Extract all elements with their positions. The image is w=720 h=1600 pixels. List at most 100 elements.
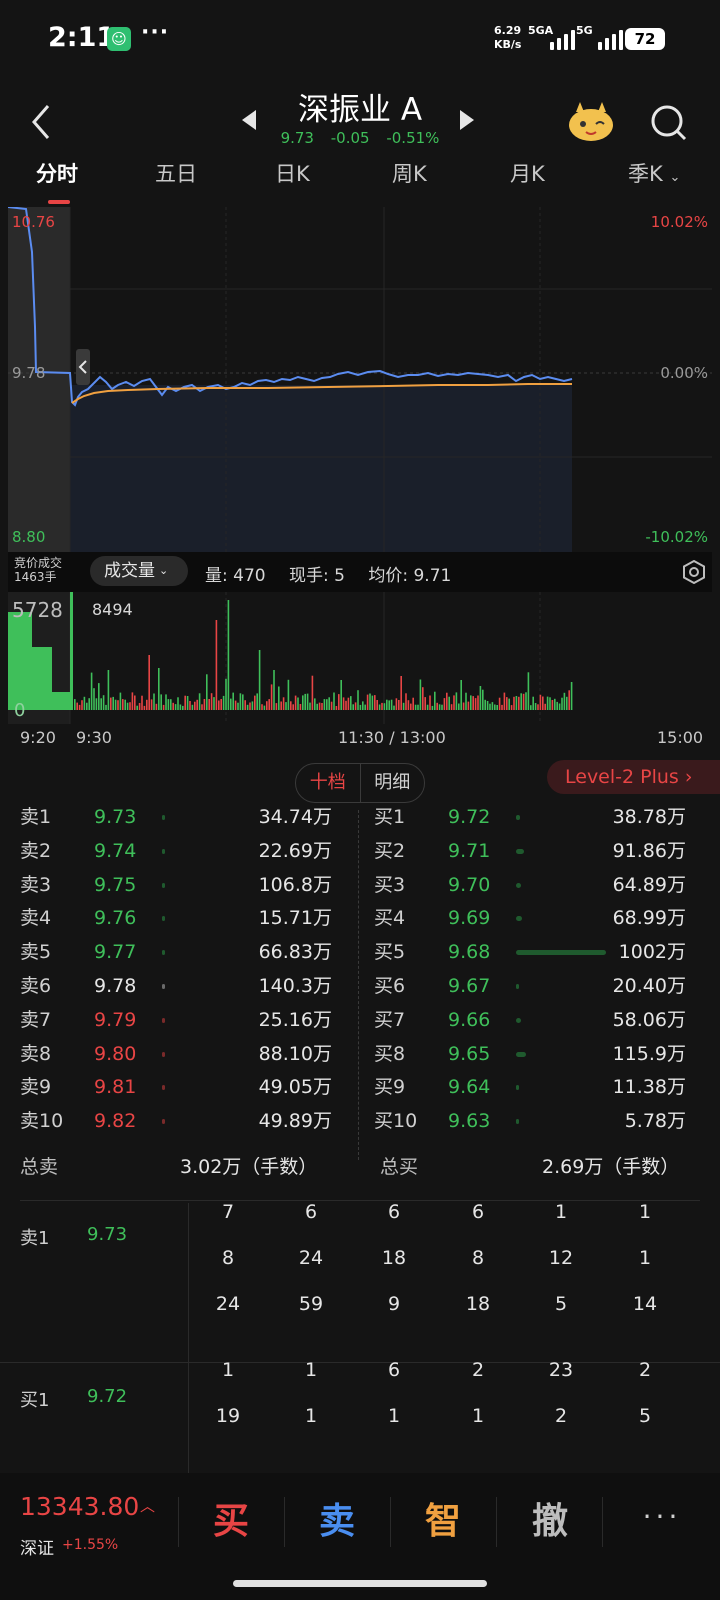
volume-bar — [474, 698, 477, 710]
tab-trade-details[interactable]: 明细 — [361, 764, 425, 802]
volume-bar — [429, 695, 431, 710]
volume-bar — [340, 680, 342, 710]
sell-level-row[interactable]: 卖8 9.80 88.10万 — [20, 1037, 332, 1071]
tab-monthly-k[interactable]: 月K — [510, 158, 545, 188]
queue-order-size: 24 — [298, 1247, 324, 1269]
sell-level-row[interactable]: 卖6 9.78 140.3万 — [20, 969, 332, 1003]
volume-bar — [494, 704, 496, 710]
indicator-settings-button[interactable] — [682, 559, 706, 585]
volume-bar — [196, 699, 198, 710]
signal-strength-icon — [550, 26, 575, 50]
volume-bar — [549, 697, 551, 710]
volume-bar — [136, 705, 138, 710]
chart-period-tabs: 分时 五日 日K 周K 月K 季K ⌄ — [0, 158, 720, 204]
buy-level-row[interactable]: 买3 9.70 64.89万 — [374, 868, 686, 902]
level-label: 买7 — [374, 1008, 406, 1031]
volume-bar — [484, 699, 486, 710]
volume-bar — [314, 698, 316, 710]
volume-bar — [534, 703, 537, 710]
level-price: 9.66 — [448, 1008, 491, 1031]
queue-sell-label: 卖1 — [20, 1228, 50, 1249]
volume-bar — [542, 696, 544, 710]
tab-five-day[interactable]: 五日 — [155, 158, 197, 188]
level-label: 卖7 — [20, 1008, 52, 1031]
chevron-up-icon[interactable]: ︿ — [140, 1495, 155, 1516]
level-volume-bar — [162, 848, 165, 854]
volume-bar — [215, 620, 218, 710]
sell-level-row[interactable]: 卖3 9.75 106.8万 — [20, 868, 332, 902]
level-label: 卖4 — [20, 907, 52, 930]
time-label-close: 15:00 — [657, 728, 704, 747]
buy-level-row[interactable]: 买9 9.64 11.38万 — [374, 1070, 686, 1104]
time-label-920: 9:20 — [20, 728, 56, 747]
smart-trade-button[interactable]: 智 — [403, 1492, 483, 1544]
queue-order-size: 2 — [554, 1405, 568, 1427]
mascot-button[interactable] — [566, 100, 616, 142]
buy-level-row[interactable]: 买6 9.67 20.40万 — [374, 969, 686, 1003]
more-options-button[interactable]: ··· — [622, 1500, 702, 1533]
level-volume-bar — [516, 916, 523, 922]
sell-level-row[interactable]: 卖1 9.73 34.74万 — [20, 800, 332, 834]
volume-max-right-label: 8494 — [92, 600, 133, 619]
sell-level-row[interactable]: 卖7 9.79 25.16万 — [20, 1003, 332, 1037]
back-button[interactable] — [24, 100, 60, 144]
volume-bar — [246, 704, 249, 710]
volume-bar — [530, 705, 532, 710]
sell-button[interactable]: 卖 — [297, 1492, 377, 1544]
tab-intraday[interactable]: 分时 — [36, 158, 78, 188]
volume-bar — [76, 702, 78, 710]
buy-level-row[interactable]: 买7 9.66 58.06万 — [374, 1003, 686, 1037]
collapse-auction-handle[interactable] — [76, 349, 90, 385]
search-button[interactable] — [650, 104, 688, 142]
volume-bar — [138, 703, 141, 710]
volume-bar — [508, 698, 510, 710]
volume-bar — [479, 686, 482, 710]
volume-bar — [98, 683, 100, 710]
cancel-order-button[interactable]: 撤 — [510, 1492, 590, 1544]
volume-bar — [237, 702, 239, 710]
sell-level-row[interactable]: 卖2 9.74 22.69万 — [20, 834, 332, 868]
tab-weekly-k[interactable]: 周K — [392, 158, 427, 188]
level-volume: 38.78万 — [612, 806, 686, 828]
tab-ten-levels[interactable]: 十档 — [296, 764, 361, 802]
level-volume: 140.3万 — [258, 975, 332, 997]
home-indicator[interactable] — [233, 1580, 487, 1587]
index-value[interactable]: 13343.80 — [20, 1492, 139, 1521]
level-label: 买4 — [374, 907, 406, 930]
buy-level-row[interactable]: 买1 9.72 38.78万 — [374, 800, 686, 834]
volume-bar — [532, 696, 534, 710]
sell-level-row[interactable]: 卖4 9.76 15.71万 — [20, 901, 332, 935]
buy-level-row[interactable]: 买2 9.71 91.86万 — [374, 834, 686, 868]
intraday-price-chart[interactable] — [8, 207, 712, 552]
volume-bar — [230, 698, 232, 710]
volume-bar — [393, 705, 395, 710]
volume-bar — [448, 696, 450, 710]
volume-bar — [460, 680, 462, 710]
volume-bar — [102, 695, 105, 710]
buy-level-row[interactable]: 买10 9.63 5.78万 — [374, 1104, 686, 1138]
level-volume-bar — [516, 815, 520, 820]
sell-level-row[interactable]: 卖9 9.81 49.05万 — [20, 1070, 332, 1104]
indicator-select[interactable]: 成交量 ⌄ — [90, 556, 188, 586]
buy-button[interactable]: 买 — [191, 1492, 271, 1544]
volume-bar — [129, 702, 131, 710]
volume-bar — [551, 700, 554, 710]
tab-daily-k[interactable]: 日K — [275, 158, 310, 188]
queue-order-size: 5 — [554, 1293, 568, 1315]
buy-level-row[interactable]: 买5 9.68 1002万 — [374, 935, 686, 969]
sell-level-row[interactable]: 卖10 9.82 49.89万 — [20, 1104, 332, 1138]
volume-bar — [117, 700, 119, 710]
level-price: 9.68 — [448, 941, 491, 964]
volume-bar — [482, 689, 484, 710]
sell-level-row[interactable]: 卖5 9.77 66.83万 — [20, 935, 332, 969]
volume-bar — [124, 699, 126, 710]
volume-bar — [165, 694, 167, 710]
bottom-separator — [178, 1497, 179, 1547]
price-area-fill — [70, 385, 572, 552]
time-label-930: 9:30 — [76, 728, 112, 747]
buy-level-row[interactable]: 买8 9.65 115.9万 — [374, 1037, 686, 1071]
level2-plus-button[interactable]: Level-2 Plus › — [547, 760, 720, 794]
tab-quarterly-k[interactable]: 季K ⌄ — [628, 158, 680, 188]
queue-order-size: 23 — [548, 1359, 574, 1381]
buy-level-row[interactable]: 买4 9.69 68.99万 — [374, 901, 686, 935]
